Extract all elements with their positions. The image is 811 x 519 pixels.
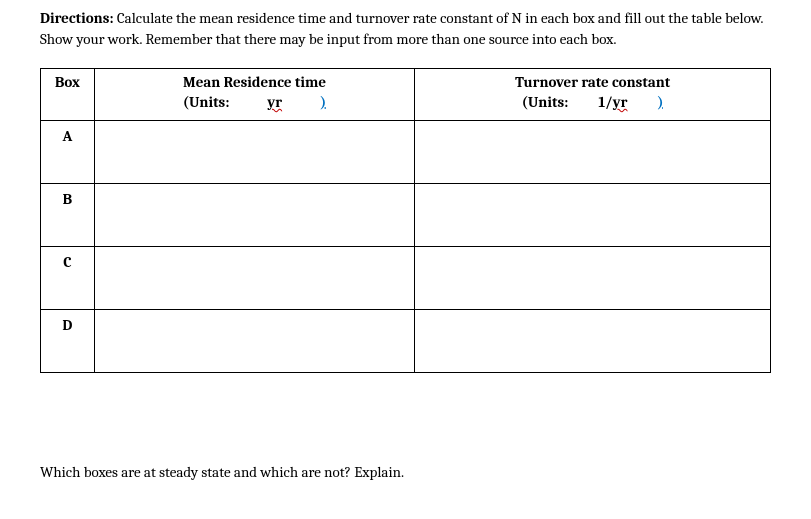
trc-unit-yr: yr — [613, 93, 628, 111]
table-row: D — [41, 310, 771, 373]
table-row: A — [41, 121, 771, 184]
row-label-a: A — [41, 121, 95, 184]
row-label-c: C — [41, 247, 95, 310]
row-label-b: B — [41, 184, 95, 247]
header-mrt-title: Mean Residence time — [183, 73, 326, 91]
trc-cell-b[interactable] — [415, 184, 771, 247]
header-trc-title: Turnover rate constant — [515, 73, 670, 91]
units-open-label: (Units: — [183, 93, 230, 111]
row-label-d: D — [41, 310, 95, 373]
close-paren-icon: ) — [657, 93, 663, 111]
directions-label: Directions: — [40, 9, 114, 27]
worksheet-table: Box Mean Residence time (Units: yr ) Tur… — [40, 68, 771, 373]
close-paren-icon: ) — [320, 93, 326, 111]
mrt-cell-d[interactable] — [94, 310, 415, 373]
header-mrt: Mean Residence time (Units: yr ) — [94, 69, 415, 121]
mrt-unit: yr — [267, 93, 282, 111]
directions-text: Calculate the mean residence time and tu… — [40, 9, 763, 48]
trc-cell-a[interactable] — [415, 121, 771, 184]
header-box: Box — [41, 69, 95, 121]
trc-cell-c[interactable] — [415, 247, 771, 310]
trc-cell-d[interactable] — [415, 310, 771, 373]
trc-unit: 1/yr — [598, 93, 627, 111]
table-row: C — [41, 247, 771, 310]
header-box-label: Box — [55, 73, 80, 91]
mrt-cell-b[interactable] — [94, 184, 415, 247]
directions-paragraph: Directions: Calculate the mean residence… — [40, 8, 771, 50]
header-trc: Turnover rate constant (Units: 1/yr ) — [415, 69, 771, 121]
units-open-label: (Units: — [522, 93, 569, 111]
mrt-cell-c[interactable] — [94, 247, 415, 310]
mrt-cell-a[interactable] — [94, 121, 415, 184]
steady-state-question: Which boxes are at steady state and whic… — [40, 463, 771, 481]
table-header-row: Box Mean Residence time (Units: yr ) Tur… — [41, 69, 771, 121]
table-row: B — [41, 184, 771, 247]
